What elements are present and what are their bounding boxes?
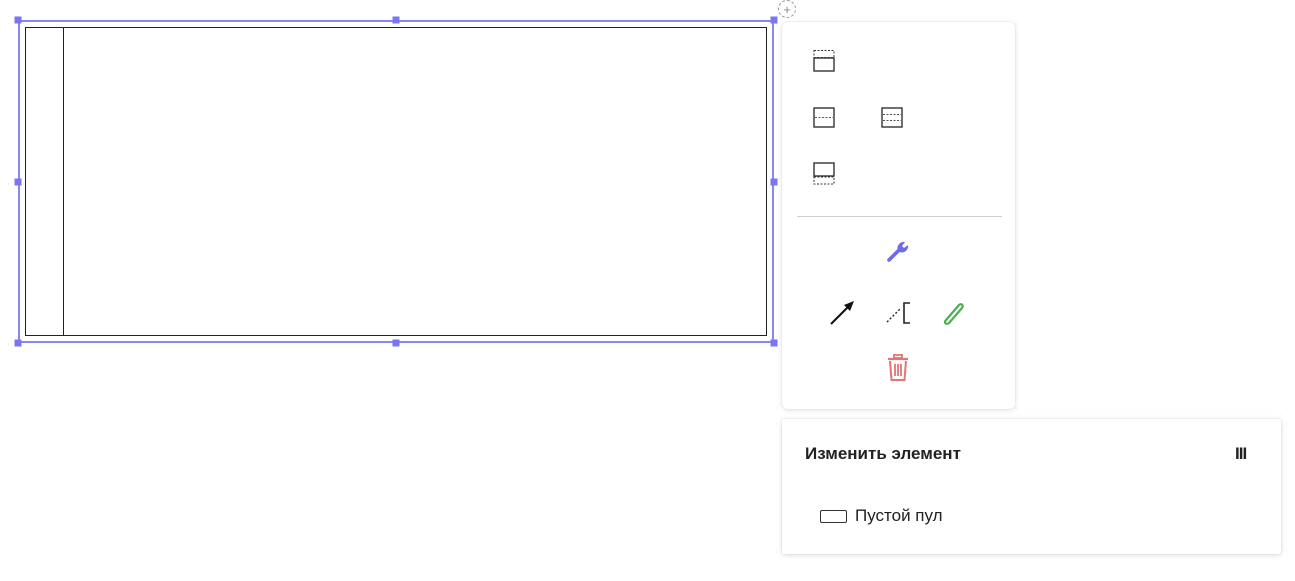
resize-handle-e[interactable] xyxy=(770,178,778,186)
wrench-icon[interactable] xyxy=(882,234,914,266)
resize-handle-nw[interactable] xyxy=(14,16,22,24)
resize-handle-w[interactable] xyxy=(14,178,22,186)
popup-item-label: Пустой пул xyxy=(855,506,943,525)
resize-handle-n[interactable] xyxy=(392,16,400,24)
trash-icon[interactable] xyxy=(882,352,914,384)
context-pad-separator xyxy=(797,216,1002,217)
popup-item-empty-pool[interactable]: Пустой пул xyxy=(820,504,943,528)
split-lane-two-icon[interactable] xyxy=(808,102,840,134)
connect-arrow-icon[interactable] xyxy=(826,296,858,328)
split-lane-three-icon[interactable] xyxy=(876,102,908,134)
context-pad xyxy=(782,22,1015,409)
resize-handle-s[interactable] xyxy=(392,339,400,347)
add-lane-above-icon[interactable] xyxy=(808,46,840,78)
resize-handle-sw[interactable] xyxy=(14,339,22,347)
popup-menu-toggle[interactable]: III xyxy=(1235,444,1247,464)
plus-marker-icon[interactable]: + xyxy=(778,0,796,18)
pencil-icon[interactable] xyxy=(938,296,970,328)
change-element-popup: Изменить элемент III Пустой пул xyxy=(782,419,1281,554)
text-annotation-icon[interactable] xyxy=(882,296,914,328)
pool-label-band-divider xyxy=(63,28,64,335)
resize-handle-ne[interactable] xyxy=(770,16,778,24)
selected-pool[interactable] xyxy=(18,20,774,343)
popup-title: Изменить элемент xyxy=(805,444,961,463)
pool-shape[interactable] xyxy=(25,27,767,336)
empty-pool-icon xyxy=(820,509,847,523)
add-lane-below-icon[interactable] xyxy=(808,158,840,190)
resize-handle-se[interactable] xyxy=(770,339,778,347)
